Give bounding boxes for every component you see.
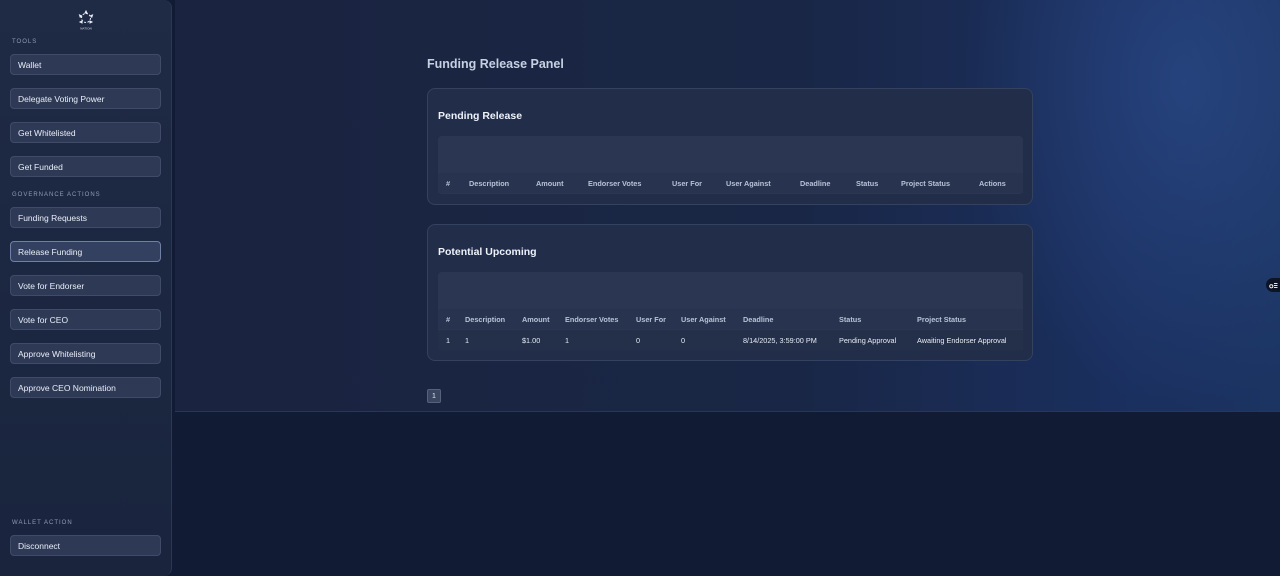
cell-project-status: Awaiting Endorser Approval <box>917 336 1007 345</box>
get-funded-button[interactable]: Get Funded <box>10 156 161 177</box>
column-header: Status <box>839 315 862 324</box>
app: NATION TOOLS Wallet Delegate Voting Powe… <box>0 0 1280 576</box>
cell-deadline: 8/14/2025, 3:59:00 PM <box>743 336 817 345</box>
approve-ceo-nomination-button[interactable]: Approve CEO Nomination <box>10 377 161 398</box>
table-row[interactable]: 1 1 $1.00 1 0 0 8/14/2025, 3:59:00 PM Pe… <box>438 330 1023 350</box>
column-header: Description <box>465 315 506 324</box>
column-header: # <box>446 179 451 188</box>
funding-requests-button[interactable]: Funding Requests <box>10 207 161 228</box>
toggle-icon <box>1268 282 1277 288</box>
sidebar: NATION TOOLS Wallet Delegate Voting Powe… <box>0 0 172 576</box>
column-header: Project Status <box>917 315 967 324</box>
logo-text: NATION <box>80 27 91 31</box>
column-header: Description <box>469 179 510 188</box>
column-header: Amount <box>536 179 564 188</box>
section-label-wallet-action: WALLET ACTION <box>12 520 73 526</box>
column-header: Endorser Votes <box>565 315 619 324</box>
cell-amount: $1.00 <box>522 336 541 345</box>
potential-upcoming-title: Potential Upcoming <box>438 246 537 258</box>
get-whitelisted-button[interactable]: Get Whitelisted <box>10 122 161 143</box>
column-header: Actions <box>979 179 1006 188</box>
column-header: Deadline <box>743 315 774 324</box>
approve-whitelisting-button[interactable]: Approve Whitelisting <box>10 343 161 364</box>
column-header: Endorser Votes <box>588 179 642 188</box>
settings-toggle-icon[interactable] <box>1266 278 1280 292</box>
wallet-button[interactable]: Wallet <box>10 54 161 75</box>
vote-for-ceo-button[interactable]: Vote for CEO <box>10 309 161 330</box>
column-header: User Against <box>681 315 726 324</box>
column-header: Deadline <box>800 179 831 188</box>
nation-logo-icon: NATION <box>78 9 94 31</box>
pending-release-table: # Description Amount Endorser Votes User… <box>438 136 1023 194</box>
table-header-row: # Description Amount Endorser Votes User… <box>438 173 1023 193</box>
vote-for-endorser-button[interactable]: Vote for Endorser <box>10 275 161 296</box>
page-title: Funding Release Panel <box>427 57 564 71</box>
cell-index: 1 <box>446 336 451 345</box>
column-header: User Against <box>726 179 771 188</box>
column-header: User For <box>672 179 703 188</box>
potential-upcoming-card: Potential Upcoming # Description Amount … <box>427 224 1033 361</box>
cell-endorser-votes: 1 <box>565 336 570 345</box>
pagination-page-button[interactable]: 1 <box>427 389 441 403</box>
cell-status: Pending Approval <box>839 336 897 345</box>
column-header: # <box>446 315 451 324</box>
column-header: Status <box>856 179 879 188</box>
cell-user-for: 0 <box>636 336 641 345</box>
table-header-row: # Description Amount Endorser Votes User… <box>438 309 1023 329</box>
section-label-tools: TOOLS <box>12 39 38 45</box>
column-header: User For <box>636 315 667 324</box>
section-label-governance: GOVERNANCE ACTIONS <box>12 192 101 198</box>
delegate-voting-power-button[interactable]: Delegate Voting Power <box>10 88 161 109</box>
cell-user-against: 0 <box>681 336 686 345</box>
disconnect-button[interactable]: Disconnect <box>10 535 161 556</box>
column-header: Amount <box>522 315 550 324</box>
pending-release-title: Pending Release <box>438 110 523 122</box>
main-panel: Funding Release Panel Pending Release # … <box>175 0 1280 412</box>
column-header: Project Status <box>901 179 951 188</box>
release-funding-button[interactable]: Release Funding <box>10 241 161 262</box>
potential-upcoming-table: # Description Amount Endorser Votes User… <box>438 272 1023 350</box>
pending-release-card: Pending Release # Description Amount End… <box>427 88 1033 205</box>
cell-description: 1 <box>465 336 470 345</box>
